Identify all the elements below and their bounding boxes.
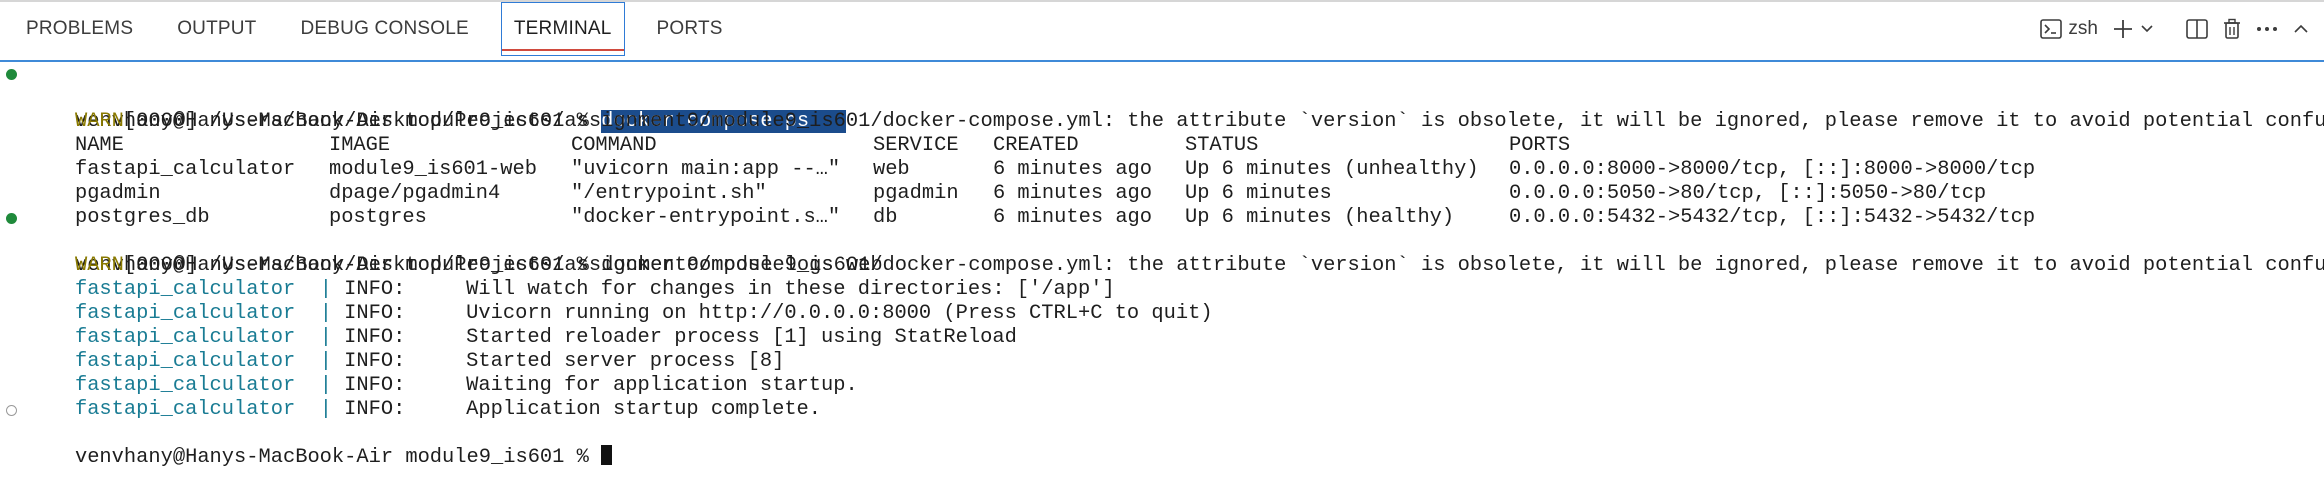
command-success-icon[interactable] bbox=[6, 69, 17, 80]
log-line: fastapi_calculator | INFO: Will watch for… bbox=[0, 254, 2324, 301]
collapse-panel-button[interactable] bbox=[2292, 22, 2310, 36]
log-line: fastapi_calculator | INFO: Started reload… bbox=[0, 302, 2324, 349]
tab-output[interactable]: OUTPUT bbox=[155, 2, 278, 56]
terminal-line: venvhany@Hanys-MacBook-Air module9_is601… bbox=[0, 62, 2324, 133]
log-line: fastapi_calculator | INFO: Uvicorn runnin… bbox=[0, 278, 2324, 325]
plus-icon bbox=[2114, 20, 2132, 38]
terminal-actions: zsh bbox=[2040, 2, 2310, 56]
terminal-line: WARN[0000] /Users/hany/Desktop/Projects/… bbox=[0, 230, 2324, 277]
tab-problems[interactable]: PROBLEMS bbox=[0, 2, 155, 56]
trash-icon bbox=[2224, 18, 2240, 39]
panel-tab-bar: PROBLEMS OUTPUT DEBUG CONSOLE TERMINAL P… bbox=[0, 2, 2324, 56]
kill-terminal-button[interactable] bbox=[2222, 18, 2242, 40]
terminal-line: venvhany@Hanys-MacBook-Air module9_is601… bbox=[0, 398, 2324, 469]
terminal-line: venvhany@Hanys-MacBook-Air module9_is601… bbox=[0, 206, 2324, 277]
shell-name-label: zsh bbox=[2068, 18, 2098, 39]
log-line: fastapi_calculator | INFO: Started server… bbox=[0, 326, 2324, 373]
tab-debug-console[interactable]: DEBUG CONSOLE bbox=[279, 2, 491, 56]
prompt: venvhany@Hanys-MacBook-Air module9_is601… bbox=[74, 446, 602, 469]
new-terminal-button[interactable] bbox=[2112, 18, 2134, 40]
table-row: pgadmin dpage/pgadmin4 "/entrypoint.sh" pga… bbox=[0, 158, 2324, 205]
ellipsis-icon bbox=[2257, 27, 2277, 31]
split-terminal-button[interactable] bbox=[2186, 19, 2208, 39]
table-row: postgres_db postgres "docker-entrypoint.s…… bbox=[0, 182, 2324, 229]
chevron-down-icon bbox=[2141, 25, 2153, 33]
terminal-icon bbox=[2040, 19, 2063, 39]
more-actions-button[interactable] bbox=[2256, 26, 2278, 32]
launch-profile-dropdown[interactable] bbox=[2140, 22, 2154, 36]
terminal-cursor bbox=[601, 445, 613, 466]
terminal-line: WARN[0000] /Users/hany/Desktop/Projects/… bbox=[0, 86, 2324, 133]
table-header-row: NAME IMAGE COMMAND SERVICE CREATED STATUS PORT… bbox=[0, 110, 2324, 157]
split-icon bbox=[2186, 19, 2208, 39]
tab-terminal[interactable]: TERMINAL bbox=[500, 2, 625, 56]
chevron-up-icon bbox=[2294, 24, 2308, 33]
log-line: fastapi_calculator | INFO: Application st… bbox=[0, 374, 2324, 421]
log-line: fastapi_calculator | INFO: Waiting for ap… bbox=[0, 350, 2324, 397]
table-row: fastapi_calculator module9_is601-web "uvic… bbox=[0, 134, 2324, 181]
command-success-icon[interactable] bbox=[6, 213, 17, 224]
shell-selector[interactable]: zsh bbox=[2040, 18, 2098, 40]
terminal-output[interactable]: venvhany@Hanys-MacBook-Air module9_is601… bbox=[0, 62, 2324, 472]
command-pending-icon[interactable] bbox=[6, 405, 17, 416]
tab-ports[interactable]: PORTS bbox=[635, 2, 745, 56]
